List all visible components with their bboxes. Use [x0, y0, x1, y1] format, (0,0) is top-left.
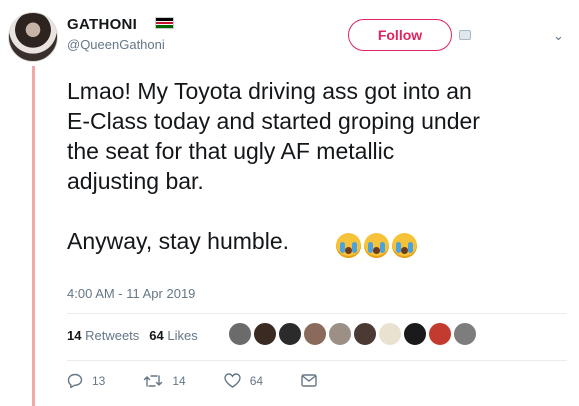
user-handle[interactable]: @QueenGathoni: [67, 37, 165, 52]
liker-avatar[interactable]: [353, 322, 377, 346]
retweets-stat[interactable]: 14 Retweets: [67, 328, 139, 343]
tweet-text: Lmao! My Toyota driving ass got into an …: [67, 78, 480, 254]
likes-stat-count: 64: [149, 328, 164, 343]
likes-stat-label: Likes: [167, 328, 198, 343]
kenya-flag-icon: [155, 17, 174, 29]
liker-avatar[interactable]: [253, 322, 277, 346]
follow-button[interactable]: Follow: [348, 19, 452, 51]
like-count: 64: [249, 373, 264, 388]
divider: [67, 360, 567, 361]
retweet-button[interactable]: 14: [143, 373, 186, 388]
likes-stat[interactable]: 64 Likes: [149, 328, 197, 343]
loudly-crying-face-icon: [392, 233, 417, 258]
loudly-crying-face-icon: [336, 233, 361, 258]
retweets-stat-count: 14: [67, 328, 82, 343]
envelope-icon: [301, 374, 317, 387]
reply-count: 13: [92, 373, 106, 388]
emoji-group: [336, 233, 417, 258]
loudly-crying-face-icon: [364, 233, 389, 258]
reply-button[interactable]: 13: [67, 373, 105, 388]
liker-avatar[interactable]: [278, 322, 302, 346]
thread-line: [32, 66, 35, 406]
liker-avatar[interactable]: [428, 322, 452, 346]
avatar[interactable]: [8, 12, 58, 62]
retweet-icon: [144, 374, 163, 387]
heart-icon: [224, 373, 241, 388]
liker-avatar[interactable]: [453, 322, 477, 346]
tweet-actions: 13 14 64: [67, 373, 355, 388]
divider: [67, 313, 567, 314]
reply-icon: [67, 373, 83, 388]
user-card-icon[interactable]: [459, 30, 471, 40]
liker-avatars: [228, 322, 477, 346]
display-name[interactable]: GATHONI: [67, 16, 137, 33]
chevron-down-icon[interactable]: ⌄: [553, 28, 564, 44]
retweets-stat-label: Retweets: [85, 328, 140, 343]
tweet-stats: 14 Retweets 64 Likes: [67, 328, 198, 343]
retweet-count: 14: [172, 373, 186, 388]
like-button[interactable]: 64: [224, 373, 263, 388]
tweet-timestamp[interactable]: 4:00 AM - 11 Apr 2019: [67, 286, 195, 301]
liker-avatar[interactable]: [403, 322, 427, 346]
liker-avatar[interactable]: [378, 322, 402, 346]
liker-avatar[interactable]: [228, 322, 252, 346]
liker-avatar[interactable]: [303, 322, 327, 346]
direct-message-button[interactable]: [301, 374, 317, 387]
liker-avatar[interactable]: [328, 322, 352, 346]
